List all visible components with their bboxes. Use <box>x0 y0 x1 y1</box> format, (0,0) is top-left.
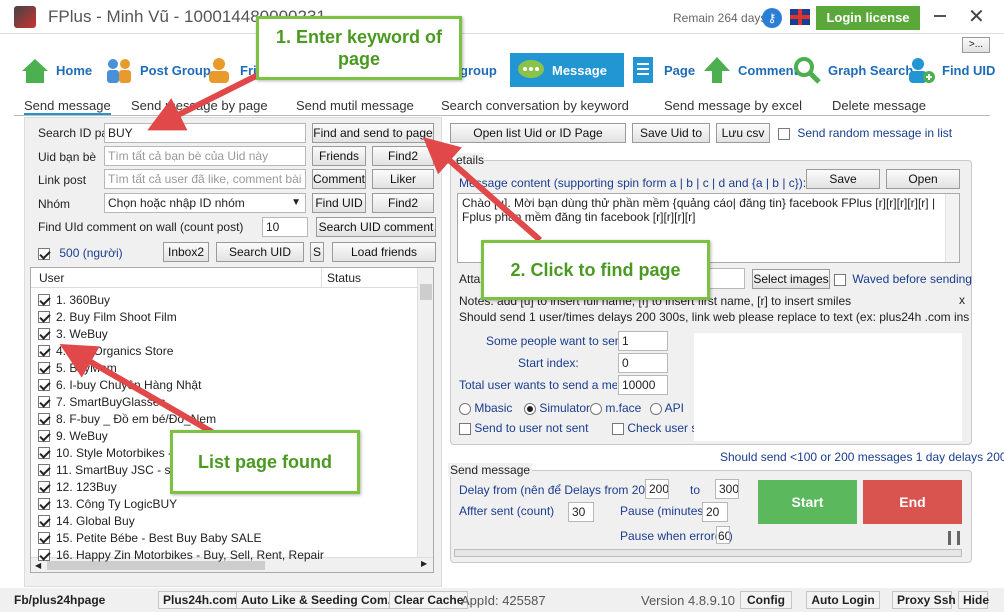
callout-click-find-page: 2. Click to find page <box>481 240 710 300</box>
annotation-arrows <box>59 72 542 435</box>
callout-list-page-found: List page found <box>170 430 360 494</box>
callout-enter-keyword: 1. Enter keyword of page <box>256 16 462 80</box>
arrow-3 <box>59 343 214 435</box>
arrow-1 <box>147 72 260 131</box>
arrow-2 <box>422 137 542 243</box>
